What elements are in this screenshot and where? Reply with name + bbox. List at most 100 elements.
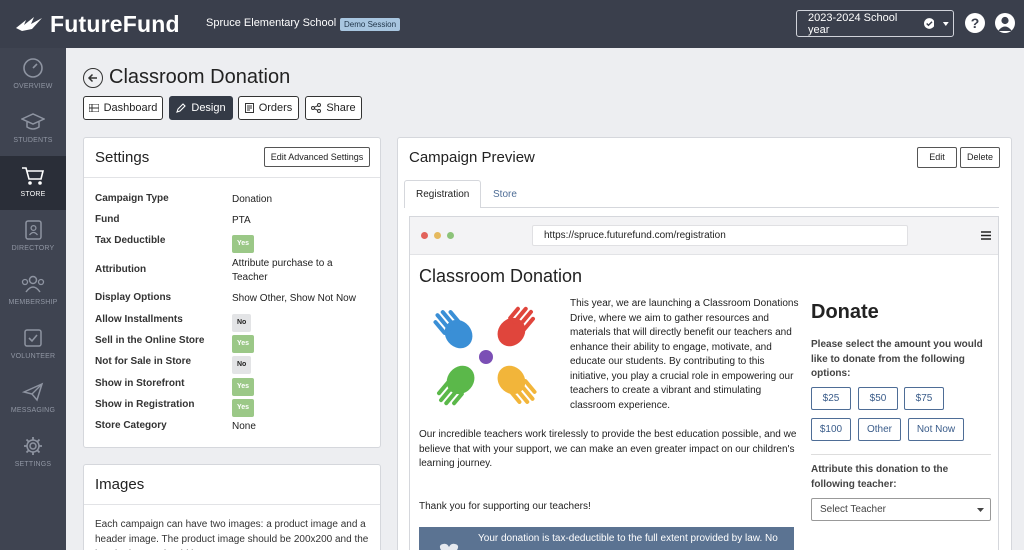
url-field[interactable]: https://spruce.futurefund.com/registrati… bbox=[532, 225, 908, 246]
window-maximize-dot bbox=[447, 232, 454, 239]
help-icon[interactable]: ? bbox=[965, 13, 985, 33]
caret-down-icon bbox=[977, 508, 984, 512]
design-button[interactable]: Design bbox=[169, 96, 233, 120]
settings-title: Settings bbox=[95, 149, 150, 166]
contact-book-icon bbox=[25, 220, 42, 240]
orders-label: Orders bbox=[258, 102, 293, 114]
orders-button[interactable]: Orders bbox=[238, 96, 299, 120]
teacher-select-placeholder: Select Teacher bbox=[820, 504, 886, 515]
teacher-select[interactable]: Select Teacher bbox=[811, 498, 991, 521]
colorful-hands-image bbox=[433, 306, 537, 406]
tab-store[interactable]: Store bbox=[482, 180, 528, 208]
status-badge: Yes bbox=[232, 335, 255, 353]
edit-advanced-settings-button[interactable]: Edit Advanced Settings bbox=[264, 147, 370, 167]
nav-messaging-label: MESSAGING bbox=[10, 407, 56, 414]
window-close-dot bbox=[421, 232, 428, 239]
status-badge: Yes bbox=[232, 235, 255, 253]
hamburger-menu-icon[interactable] bbox=[981, 231, 991, 240]
delete-button[interactable]: Delete bbox=[960, 147, 1000, 168]
nav-students-label: STUDENTS bbox=[13, 137, 53, 144]
campaign-paragraph-3: Thank you for supporting our teachers! bbox=[419, 501, 591, 512]
heart-icon bbox=[439, 543, 459, 550]
browser-bar: https://spruce.futurefund.com/registrati… bbox=[410, 217, 998, 255]
window-minimize-dot bbox=[434, 232, 441, 239]
setting-value: Attribute purchase to a Teacher bbox=[232, 258, 333, 283]
nav-settings-label: SETTINGS bbox=[14, 461, 52, 468]
divider bbox=[811, 454, 991, 455]
bird-logo-icon bbox=[16, 16, 42, 31]
nav-directory[interactable]: DIRECTORY bbox=[0, 210, 66, 264]
nav-overview-label: OVERVIEW bbox=[13, 83, 53, 90]
paper-plane-icon bbox=[22, 382, 44, 402]
nav-overview[interactable]: OVERVIEW bbox=[0, 48, 66, 102]
setting-value: None bbox=[232, 421, 256, 432]
share-icon bbox=[311, 103, 322, 113]
share-label: Share bbox=[326, 102, 356, 114]
campaign-heading: Classroom Donation bbox=[419, 266, 583, 286]
status-badge: No bbox=[232, 356, 252, 374]
design-label: Design bbox=[191, 102, 226, 114]
tax-notice-text: Your donation is tax-deductible to the f… bbox=[478, 533, 778, 544]
setting-label: Tax Deductible bbox=[95, 235, 166, 246]
brand-logo[interactable]: FutureFund bbox=[14, 11, 180, 38]
edit-button[interactable]: Edit bbox=[917, 147, 957, 168]
attribute-prompt: Attribute this donation to the following… bbox=[811, 464, 949, 490]
setting-label: Allow Installments bbox=[95, 314, 183, 325]
amount-100-button[interactable]: $100 bbox=[811, 418, 851, 441]
nav-directory-label: DIRECTORY bbox=[11, 245, 55, 252]
campaign-paragraph-2: Our incredible teachers work tirelessly … bbox=[419, 429, 797, 469]
pencil-icon bbox=[176, 103, 187, 113]
graduation-cap-icon bbox=[21, 113, 45, 130]
nav-volunteer[interactable]: VOLUNTEER bbox=[0, 318, 66, 372]
tax-deductible-notice: Your donation is tax-deductible to the f… bbox=[419, 527, 794, 550]
donate-heading: Donate bbox=[811, 301, 879, 323]
school-year-select[interactable]: 2023-2024 School year bbox=[796, 10, 954, 37]
brand-name: FutureFund bbox=[50, 11, 180, 37]
setting-label: Sell in the Online Store bbox=[95, 335, 205, 346]
receipt-icon bbox=[244, 103, 254, 113]
amount-50-button[interactable]: $50 bbox=[858, 387, 898, 410]
not-now-button[interactable]: Not Now bbox=[908, 418, 964, 441]
donate-prompt: Please select the amount you would like … bbox=[811, 339, 983, 379]
campaign-paragraph-1: This year, we are launching a Classroom … bbox=[570, 298, 799, 411]
caret-down-icon bbox=[943, 21, 950, 26]
share-button[interactable]: Share bbox=[305, 96, 362, 120]
nav-volunteer-label: VOLUNTEER bbox=[10, 353, 56, 360]
nav-settings[interactable]: SETTINGS bbox=[0, 426, 66, 480]
nav-store-label: STORE bbox=[20, 191, 46, 198]
nav-membership-label: MEMBERSHIP bbox=[8, 299, 58, 306]
back-arrow-icon[interactable] bbox=[83, 67, 103, 88]
campaign-preview-card: Campaign Preview Edit Delete Registratio… bbox=[397, 137, 1012, 550]
settings-card: Settings Edit Advanced Settings Campaign… bbox=[83, 137, 381, 448]
school-name: Spruce Elementary School bbox=[206, 17, 337, 29]
dashboard-button[interactable]: Dashboard bbox=[83, 96, 163, 120]
status-badge: Yes bbox=[232, 399, 255, 417]
images-description: Each campaign can have two images: a pro… bbox=[95, 519, 369, 550]
setting-label: Fund bbox=[95, 214, 120, 225]
setting-value: Show Other, Show Not Now bbox=[232, 293, 356, 304]
gauge-icon bbox=[23, 58, 43, 78]
status-badge: Yes bbox=[232, 378, 255, 396]
dashboard-icon bbox=[88, 104, 99, 112]
nav-membership[interactable]: MEMBERSHIP bbox=[0, 264, 66, 318]
amount-25-button[interactable]: $25 bbox=[811, 387, 851, 410]
tab-registration[interactable]: Registration bbox=[404, 180, 482, 208]
user-avatar-icon[interactable] bbox=[995, 13, 1015, 33]
amount-other-button[interactable]: Other bbox=[858, 418, 901, 441]
nav-store[interactable]: STORE bbox=[0, 156, 66, 210]
demo-badge: Demo Session bbox=[340, 18, 401, 31]
check-circle-icon bbox=[923, 18, 935, 29]
setting-label: Display Options bbox=[95, 292, 172, 303]
nav-students[interactable]: STUDENTS bbox=[0, 102, 66, 156]
top-bar: FutureFund Spruce Elementary School Demo… bbox=[0, 0, 1024, 48]
status-badge: No bbox=[232, 314, 252, 332]
setting-label: Not for Sale in Store bbox=[95, 356, 192, 367]
sidebar: OVERVIEW STUDENTS STORE DIRECTORY MEMBER… bbox=[0, 48, 66, 550]
setting-value: Donation bbox=[232, 194, 273, 205]
cart-icon bbox=[22, 167, 45, 185]
setting-label: Attribution bbox=[95, 264, 147, 275]
amount-75-button[interactable]: $75 bbox=[904, 387, 944, 410]
setting-label: Campaign Type bbox=[95, 193, 169, 204]
campaign-preview-title: Campaign Preview bbox=[409, 149, 535, 166]
nav-messaging[interactable]: MESSAGING bbox=[0, 372, 66, 426]
